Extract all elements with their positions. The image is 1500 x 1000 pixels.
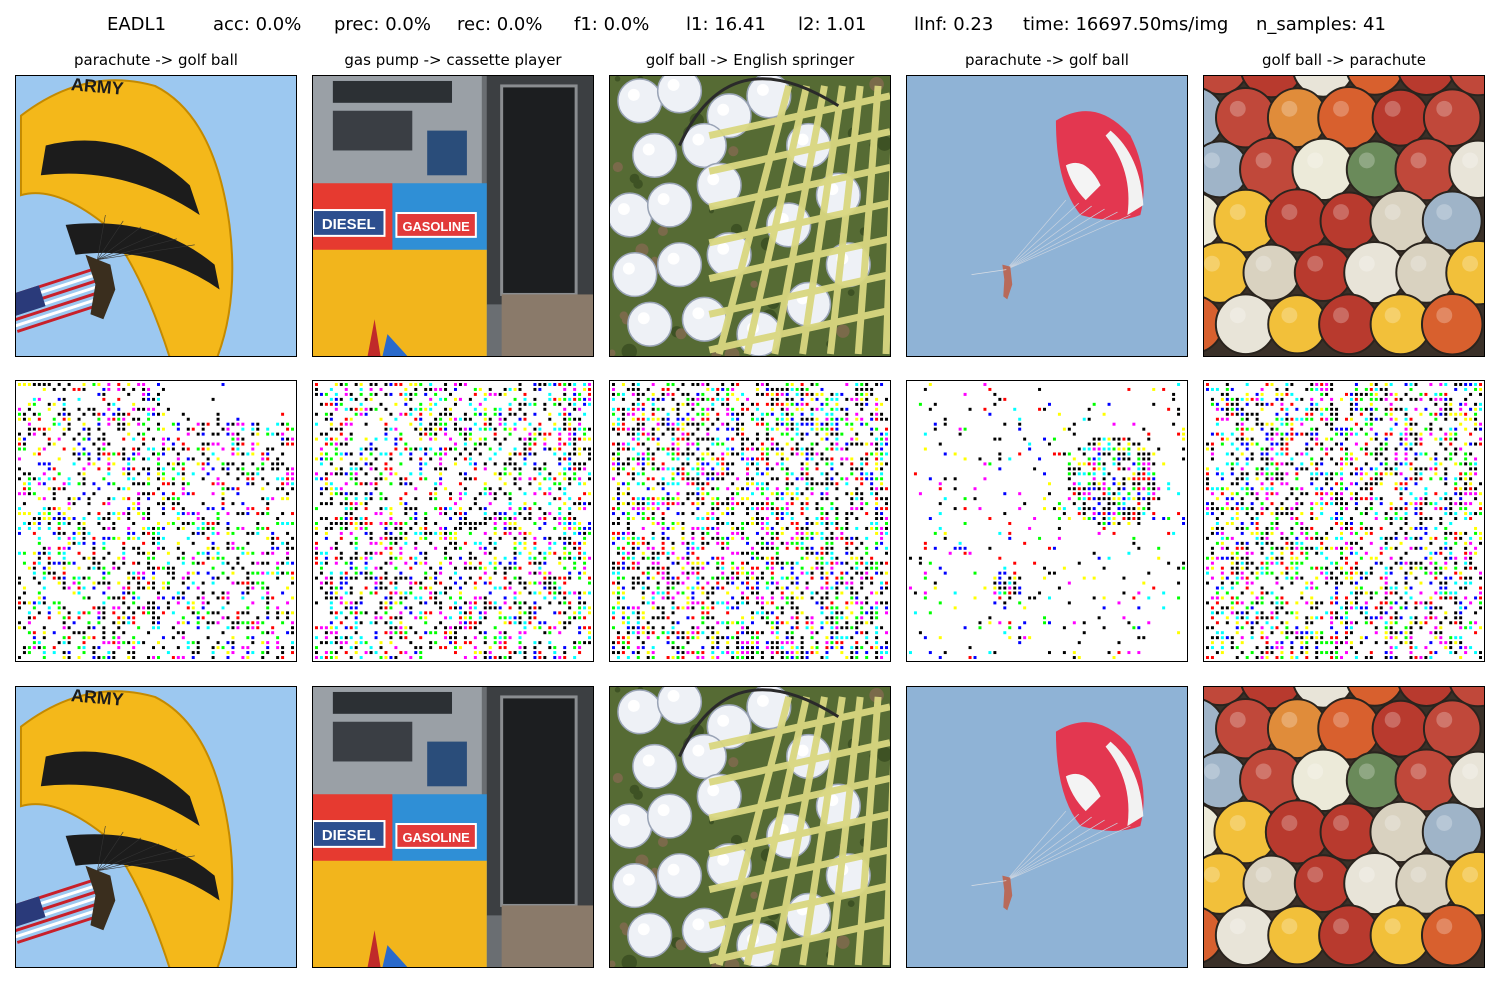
column-title: golf ball -> English springer [645, 51, 855, 69]
svg-text:DIESEL: DIESEL [322, 828, 376, 844]
red-parasail-original-image [907, 76, 1187, 356]
gas-pump-perturbation-image [313, 381, 593, 661]
army-parachute-adversarial-image: ARMY [16, 687, 296, 967]
f1-metric: f1: 0.0% [574, 14, 650, 35]
svg-text:GASOLINE: GASOLINE [402, 830, 470, 845]
linf-metric: lInf: 0.23 [914, 14, 994, 35]
column-title: parachute -> golf ball [74, 51, 238, 69]
adversarial-image-panel [1203, 686, 1485, 968]
original-image-panel: DIESEL GASOLINE [312, 75, 594, 357]
adversarial-image-panel [609, 686, 891, 968]
golf-basket-original-image [610, 76, 890, 356]
perturbation-image-panel [312, 380, 594, 662]
accuracy-metric: acc: 0.0% [213, 14, 302, 35]
gas-pump-original-image: DIESEL GASOLINE [313, 76, 593, 356]
svg-text:GASOLINE: GASOLINE [402, 219, 470, 234]
method-name: EADL1 [107, 14, 167, 35]
svg-text:DIESEL: DIESEL [322, 217, 376, 233]
adversarial-image-panel: ARMY [15, 686, 297, 968]
perturbation-image-panel [609, 380, 891, 662]
adversarial-image-panel [906, 686, 1188, 968]
gas-pump-adversarial-image: DIESEL GASOLINE [313, 687, 593, 967]
red-parasail-adversarial-image [907, 687, 1187, 967]
original-image-panel [609, 75, 891, 357]
golf-basket-perturbation-image [610, 381, 890, 661]
colored-balls-adversarial-image [1204, 687, 1484, 967]
original-image-panel [1203, 75, 1485, 357]
perturbation-image-panel [906, 380, 1188, 662]
army-parachute-perturbation-image [16, 381, 296, 661]
column-title: gas pump -> cassette player [344, 51, 562, 69]
recall-metric: rec: 0.0% [457, 14, 543, 35]
original-image-panel: ARMY [15, 75, 297, 357]
l1-metric: l1: 16.41 [686, 14, 766, 35]
l2-metric: l2: 1.01 [798, 14, 867, 35]
perturbation-image-panel [1203, 380, 1485, 662]
army-parachute-original-image: ARMY [16, 76, 296, 356]
golf-basket-adversarial-image [610, 687, 890, 967]
time-metric: time: 16697.50ms/img [1023, 14, 1229, 35]
original-image-panel [906, 75, 1188, 357]
column-title: golf ball -> parachute [1262, 51, 1426, 69]
colored-balls-perturbation-image [1204, 381, 1484, 661]
precision-metric: prec: 0.0% [334, 14, 431, 35]
red-parasail-perturbation-image [907, 381, 1187, 661]
perturbation-image-panel [15, 380, 297, 662]
adversarial-image-panel: DIESEL GASOLINE [312, 686, 594, 968]
colored-balls-original-image [1204, 76, 1484, 356]
n-samples-metric: n_samples: 41 [1256, 14, 1386, 35]
column-title: parachute -> golf ball [965, 51, 1129, 69]
